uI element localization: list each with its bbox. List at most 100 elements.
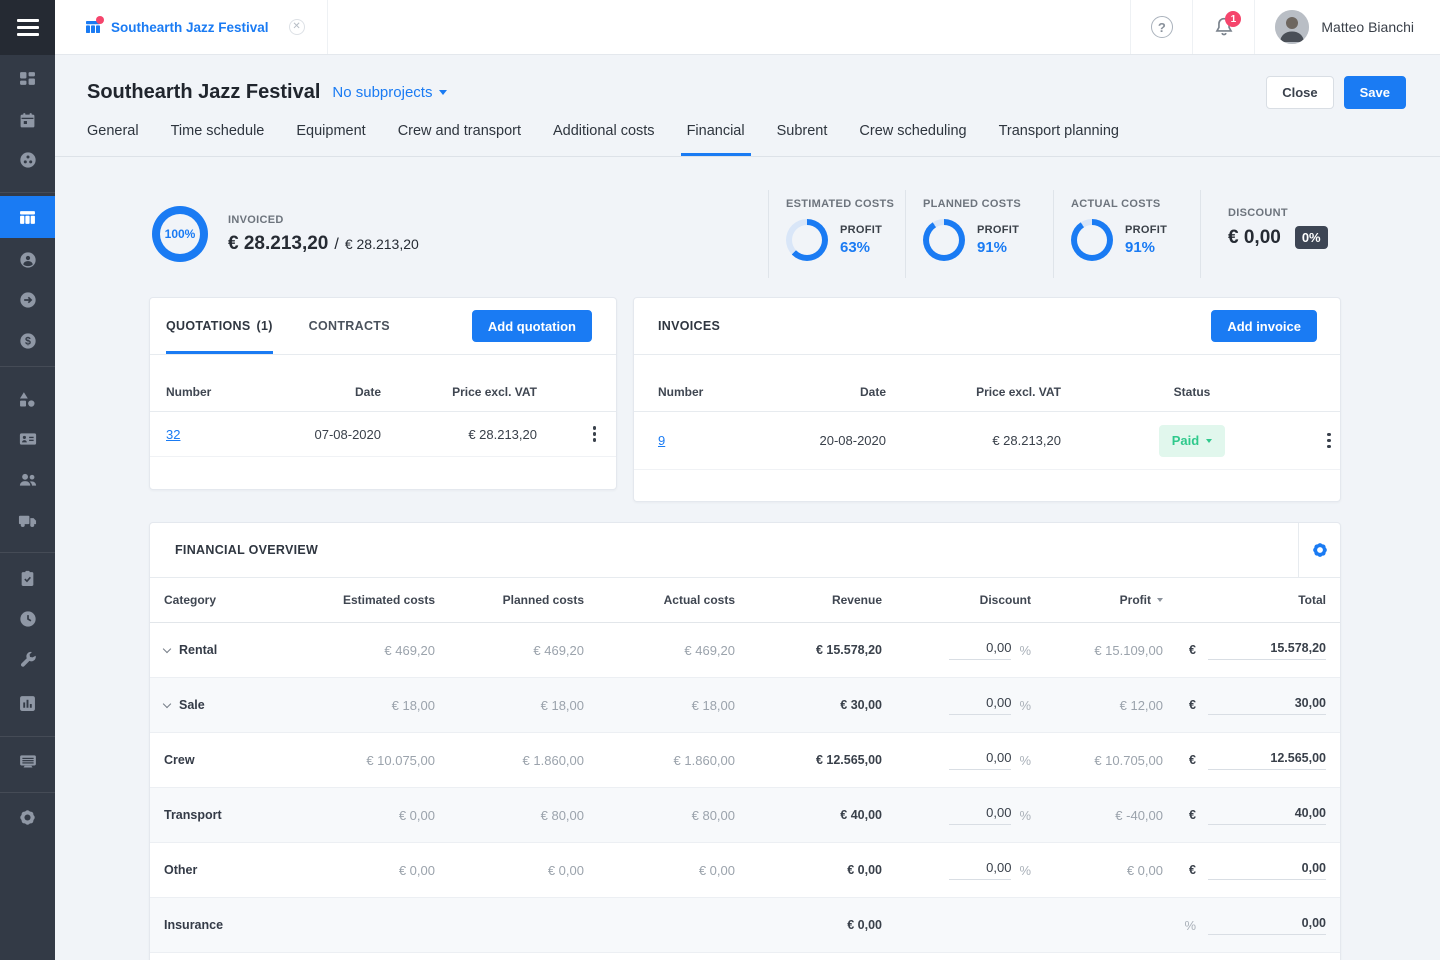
sidebar-item-dashboard[interactable] xyxy=(0,59,55,99)
sidebar-item-transport[interactable] xyxy=(0,500,55,540)
project-tabs: General Time schedule Equipment Crew and… xyxy=(55,123,1440,157)
discount-amount: € 0,00 xyxy=(1228,227,1281,249)
planned-costs-gauge: PLANNED COSTS PROFIT 91% xyxy=(905,190,1053,278)
col-number: Number xyxy=(166,385,286,399)
sidebar-item-warehouse[interactable] xyxy=(0,741,55,781)
sidebar-item-financial[interactable]: $ xyxy=(0,321,55,361)
invoiced-stat: 100% INVOICED € 28.213,20 / € 28.213,20 xyxy=(149,190,768,278)
truck-icon xyxy=(18,511,37,530)
tab-crew-scheduling[interactable]: Crew scheduling xyxy=(859,123,966,156)
estimated-value: € 0,00 xyxy=(326,808,435,823)
sidebar-item-contacts[interactable] xyxy=(0,419,55,459)
planned-value: € 0,00 xyxy=(435,863,584,878)
table-row-other: Other € 0,00 € 0,00 € 0,00 € 0,00 0,00% … xyxy=(150,843,1340,898)
sidebar-item-repairs[interactable] xyxy=(0,640,55,680)
table-row-crew: Crew € 10.075,00 € 1.860,00 € 1.860,00 €… xyxy=(150,733,1340,788)
user-menu[interactable]: Matteo Bianchi xyxy=(1254,0,1440,54)
invoice-number-link[interactable]: 9 xyxy=(658,433,665,448)
open-project-tab[interactable]: Southearth Jazz Festival ✕ xyxy=(55,0,328,54)
sidebar-item-tasks[interactable] xyxy=(0,558,55,598)
profit-value: € 12,00 xyxy=(1031,698,1163,713)
discount-input[interactable]: 0,00 xyxy=(949,695,1011,715)
quotation-number-link[interactable]: 32 xyxy=(166,427,180,442)
tab-transport-planning[interactable]: Transport planning xyxy=(999,123,1119,156)
invoiced-percent: 100% xyxy=(165,227,196,241)
tab-general[interactable]: General xyxy=(87,123,139,156)
discount-input[interactable]: 0,00 xyxy=(949,640,1011,660)
discount-input[interactable]: 0,00 xyxy=(949,805,1011,825)
invoice-price: € 28.213,20 xyxy=(886,433,1061,448)
invoices-table-header: Number Date Price excl. VAT Status xyxy=(634,355,1340,412)
contact-card-icon xyxy=(19,430,37,448)
tab-equipment[interactable]: Equipment xyxy=(296,123,365,156)
sidebar-item-subrentals[interactable] xyxy=(0,280,55,320)
tab-subrent[interactable]: Subrent xyxy=(777,123,828,156)
category-label: Rental xyxy=(179,643,217,657)
actual-value: € 1.860,00 xyxy=(584,753,735,768)
planner-icon xyxy=(19,151,37,169)
table-settings-button[interactable] xyxy=(1298,523,1340,577)
sidebar-item-reports[interactable] xyxy=(0,683,55,723)
tab-crew-and-transport[interactable]: Crew and transport xyxy=(398,123,521,156)
row-menu-icon[interactable] xyxy=(1323,429,1335,453)
sidebar-item-projects[interactable] xyxy=(0,196,55,238)
discount-label: DISCOUNT xyxy=(1228,207,1341,219)
hamburger-menu-icon[interactable] xyxy=(0,0,55,55)
currency-prefix: € xyxy=(1189,643,1196,657)
overview-table-header: Category Estimated costs Planned costs A… xyxy=(150,578,1340,623)
save-button[interactable]: Save xyxy=(1344,76,1406,109)
gear-icon xyxy=(1311,541,1329,559)
col-date: Date xyxy=(798,385,886,399)
add-quotation-button[interactable]: Add quotation xyxy=(472,310,592,342)
category-label: Crew xyxy=(164,753,195,767)
sidebar-item-time[interactable] xyxy=(0,599,55,639)
total-input[interactable]: 30,00 xyxy=(1208,696,1326,715)
table-row-transport: Transport € 0,00 € 80,00 € 80,00 € 40,00… xyxy=(150,788,1340,843)
clipboard-check-icon xyxy=(19,570,36,587)
sidebar-item-crew[interactable] xyxy=(0,460,55,500)
total-input[interactable]: 15.578,20 xyxy=(1208,641,1326,660)
total-input[interactable]: 0,00 xyxy=(1208,861,1326,880)
total-input[interactable]: 12.565,00 xyxy=(1208,751,1326,770)
subprojects-dropdown[interactable]: No subprojects xyxy=(332,84,447,101)
actual-costs-donut xyxy=(1071,219,1113,261)
close-tab-icon[interactable]: ✕ xyxy=(289,19,305,35)
wrench-icon xyxy=(19,651,37,669)
clock-icon xyxy=(19,610,37,628)
tab-quotations[interactable]: QUOTATIONS (1) xyxy=(166,298,273,354)
col-profit-sort[interactable]: Profit xyxy=(1031,593,1163,607)
discount-input[interactable]: 0,00 xyxy=(949,860,1011,880)
close-button[interactable]: Close xyxy=(1266,76,1333,109)
expand-row-icon[interactable] xyxy=(163,644,171,652)
sidebar: $ xyxy=(0,0,55,960)
sidebar-item-settings[interactable] xyxy=(0,797,55,837)
actual-value: € 80,00 xyxy=(584,808,735,823)
estimated-value: € 469,20 xyxy=(326,643,435,658)
sidebar-item-equipment[interactable] xyxy=(0,379,55,419)
sidebar-item-planner[interactable] xyxy=(0,140,55,180)
expand-row-icon[interactable] xyxy=(163,699,171,707)
notifications-button[interactable]: 1 xyxy=(1192,0,1254,54)
row-menu-icon[interactable] xyxy=(589,422,601,446)
col-price: Price excl. VAT xyxy=(381,385,537,399)
revenue-value: € 0,00 xyxy=(735,918,882,932)
invoice-status-dropdown[interactable]: Paid xyxy=(1159,425,1225,457)
total-input[interactable]: 0,00 xyxy=(1208,916,1326,935)
discount-stat: DISCOUNT € 0,00 0% xyxy=(1200,190,1341,278)
revenue-value: € 12.565,00 xyxy=(735,753,882,767)
tab-contracts[interactable]: CONTRACTS xyxy=(309,298,390,354)
sidebar-item-calendar[interactable] xyxy=(0,100,55,140)
invoice-date: 20-08-2020 xyxy=(798,433,886,448)
tab-time-schedule[interactable]: Time schedule xyxy=(171,123,265,156)
tab-additional-costs[interactable]: Additional costs xyxy=(553,123,655,156)
help-button[interactable]: ? xyxy=(1130,0,1192,54)
tab-financial[interactable]: Financial xyxy=(687,123,745,156)
total-input[interactable]: 40,00 xyxy=(1208,806,1326,825)
sidebar-item-customers[interactable] xyxy=(0,240,55,280)
add-invoice-button[interactable]: Add invoice xyxy=(1211,310,1317,342)
col-planned: Planned costs xyxy=(435,593,584,607)
planned-value: € 469,20 xyxy=(435,643,584,658)
profit-value: 63% xyxy=(840,239,882,256)
profit-value: 91% xyxy=(1125,239,1167,256)
discount-input[interactable]: 0,00 xyxy=(949,750,1011,770)
